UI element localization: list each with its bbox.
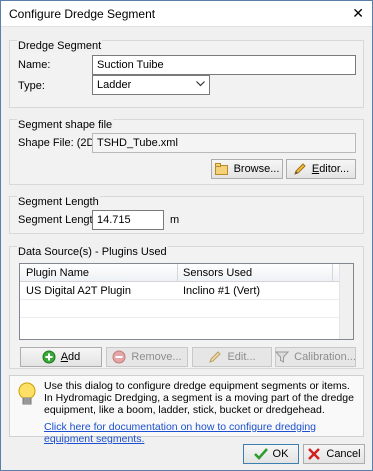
name-field[interactable]: Suction Tuibe [92, 55, 356, 75]
window-title: Configure Dredge Segment [9, 7, 156, 21]
segment-length-group-title: Segment Length [17, 196, 100, 208]
ok-button[interactable]: OK [243, 444, 299, 464]
table-row[interactable]: US Digital A2T Plugin Inclino #1 (Vert) [20, 282, 339, 300]
column-header-plugin-name[interactable]: Plugin Name [26, 267, 89, 279]
cell-plugin-name: US Digital A2T Plugin [26, 285, 131, 297]
dredge-segment-group: Dredge Segment Name: Suction Tuibe Type:… [9, 40, 364, 108]
edit-button-label: Edit... [227, 351, 256, 363]
browse-button[interactable]: Browse... [211, 159, 283, 179]
edit-button[interactable]: Edit... [192, 347, 272, 367]
shape-file-label: Shape File: (2D): [18, 137, 102, 149]
shape-file-group: Segment shape file Shape File: (2D): TSH… [9, 119, 364, 185]
edit-icon [208, 350, 222, 364]
remove-icon [112, 350, 126, 364]
cell-sensors-used: Inclino #1 (Vert) [183, 285, 261, 297]
close-icon[interactable]: ✕ [352, 5, 364, 22]
add-button[interactable]: Add [20, 347, 102, 367]
segment-length-unit: m [170, 214, 180, 226]
editor-button-label: Editor... [311, 163, 350, 175]
info-text: Use this dialog to configure dredge equi… [44, 380, 354, 416]
title-bar: Configure Dredge Segment ✕ [1, 1, 372, 27]
cancel-x-icon [307, 447, 321, 461]
plugins-table[interactable]: Plugin Name Sensors Used US Digital A2T … [19, 263, 354, 340]
ok-button-label: OK [272, 448, 289, 460]
segment-length-field[interactable]: 14.715 [92, 210, 164, 230]
shape-file-field[interactable]: TSHD_Tube.xml [92, 133, 356, 153]
info-panel: Use this dialog to configure dredge equi… [9, 375, 364, 445]
name-label: Name: [18, 59, 51, 71]
dredge-segment-group-title: Dredge Segment [17, 40, 103, 52]
calibration-button[interactable]: Calibration... [275, 347, 356, 367]
calibration-button-label: Calibration... [294, 351, 356, 363]
cancel-button[interactable]: Cancel [303, 444, 365, 464]
table-row-empty [20, 318, 339, 336]
type-select[interactable]: Ladder [92, 75, 210, 95]
calibration-icon [275, 350, 290, 364]
editor-button[interactable]: Editor... [286, 159, 356, 179]
dropdown-arrow-icon [196, 78, 205, 90]
segment-length-label: Segment Length: [18, 214, 102, 226]
browse-icon [214, 162, 229, 176]
dialog-window: Configure Dredge Segment ✕ Dredge Segmen… [0, 0, 373, 471]
table-scrollbar[interactable] [339, 264, 353, 339]
remove-button-label: Remove... [131, 351, 182, 363]
ok-check-icon [253, 447, 268, 461]
browse-button-label: Browse... [233, 163, 280, 175]
table-header: Plugin Name Sensors Used [20, 264, 339, 282]
documentation-link[interactable]: Click here for documentation on how to c… [44, 421, 363, 445]
data-sources-group-title: Data Source(s) - Plugins Used [17, 246, 168, 258]
column-header-sensors-used[interactable]: Sensors Used [183, 267, 252, 279]
lightbulb-icon [17, 382, 37, 411]
segment-length-group: Segment Length Segment Length: 14.715 m [9, 196, 364, 234]
editor-icon [293, 162, 307, 176]
add-button-label: Add [60, 351, 81, 363]
type-select-value: Ladder [97, 79, 132, 91]
type-label: Type: [18, 80, 45, 92]
shape-file-group-title: Segment shape file [17, 119, 114, 131]
remove-button[interactable]: Remove... [106, 347, 188, 367]
add-icon [42, 350, 56, 364]
cancel-button-label: Cancel [326, 448, 361, 460]
data-sources-group: Data Source(s) - Plugins Used Plugin Nam… [9, 246, 364, 369]
table-row-empty [20, 300, 339, 318]
